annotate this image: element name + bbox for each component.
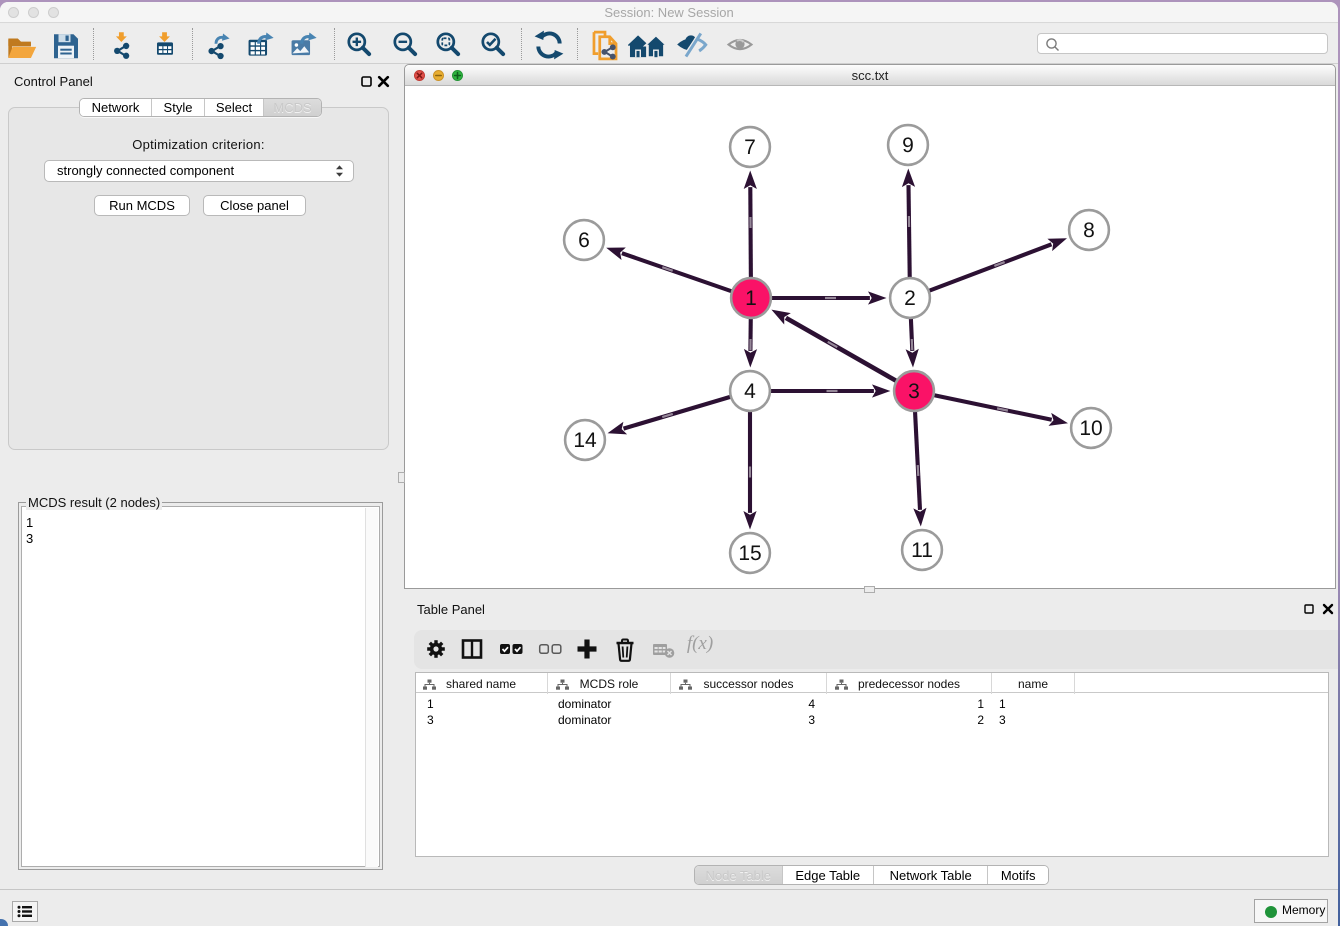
svg-text:8: 8	[1083, 219, 1095, 242]
svg-text:1: 1	[745, 287, 757, 310]
svg-text:2: 2	[904, 287, 916, 310]
svg-text:14: 14	[573, 429, 597, 452]
svg-text:10: 10	[1079, 417, 1102, 440]
svg-text:11: 11	[911, 539, 933, 562]
svg-text:7: 7	[744, 136, 756, 159]
svg-text:15: 15	[738, 542, 761, 565]
svg-text:9: 9	[902, 134, 914, 157]
svg-text:6: 6	[578, 229, 590, 252]
svg-text:3: 3	[908, 380, 920, 403]
svg-text:4: 4	[744, 380, 756, 403]
